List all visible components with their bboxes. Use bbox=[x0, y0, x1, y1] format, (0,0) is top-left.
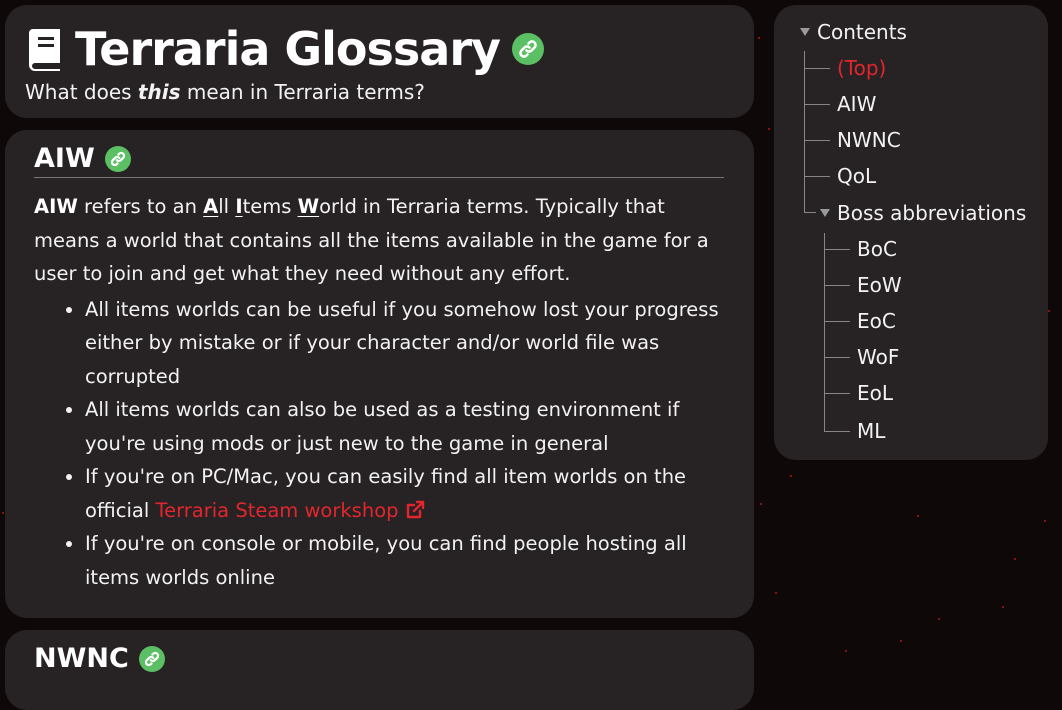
page-title: Terraria Glossary bbox=[75, 22, 501, 76]
toc-item-boss-abbreviations[interactable]: Boss abbreviations bbox=[820, 200, 1026, 226]
section-title: AIW bbox=[34, 143, 95, 174]
background-particle bbox=[790, 475, 792, 477]
link-icon[interactable] bbox=[104, 146, 131, 172]
background-particle bbox=[760, 503, 762, 505]
tree-line bbox=[804, 176, 830, 177]
link-icon[interactable] bbox=[512, 33, 544, 65]
tree-line bbox=[824, 285, 850, 286]
page-subtitle: What does this mean in Terraria terms? bbox=[25, 80, 425, 104]
tree-line bbox=[804, 140, 830, 141]
tree-line bbox=[824, 321, 850, 322]
toc-item-eol[interactable]: EoL bbox=[857, 380, 893, 406]
tree-line bbox=[824, 249, 850, 250]
external-link-icon bbox=[406, 500, 424, 518]
list-item: All items worlds can be useful if you so… bbox=[85, 293, 724, 394]
tree-line bbox=[804, 212, 816, 213]
section-divider bbox=[34, 177, 724, 178]
toc-item-top[interactable]: (Top) bbox=[837, 55, 886, 81]
toc-item-eoc[interactable]: EoC bbox=[857, 308, 896, 334]
section-aiw: AIW AIW refers to an All Items World in … bbox=[5, 130, 754, 618]
background-particle bbox=[2, 512, 4, 514]
toc-item-aiw[interactable]: AIW bbox=[837, 91, 876, 117]
background-particle bbox=[900, 640, 902, 642]
background-particle bbox=[1048, 310, 1050, 312]
background-particle bbox=[938, 618, 940, 620]
tree-line bbox=[804, 68, 830, 69]
background-particle bbox=[775, 592, 777, 594]
background-particle bbox=[1044, 520, 1046, 522]
list-item: All items worlds can also be used as a t… bbox=[85, 393, 724, 460]
table-of-contents: Contents (Top) AIW NWNC QoL Boss abbrevi… bbox=[774, 5, 1048, 460]
tree-line bbox=[824, 393, 850, 394]
background-particle bbox=[917, 515, 919, 517]
background-particle bbox=[1014, 558, 1016, 560]
toc-item-wof[interactable]: WoF bbox=[857, 344, 899, 370]
section-body: AIW refers to an All Items World in Terr… bbox=[34, 190, 724, 594]
background-particle bbox=[1002, 606, 1004, 608]
tree-line bbox=[804, 104, 830, 105]
tree-line bbox=[824, 233, 825, 432]
caret-down-icon bbox=[820, 209, 830, 217]
list-item: If you're on console or mobile, you can … bbox=[85, 527, 724, 594]
intro-paragraph: AIW refers to an All Items World in Terr… bbox=[34, 195, 709, 285]
toc-item-qol[interactable]: QoL bbox=[837, 163, 876, 189]
toc-item-nwnc[interactable]: NWNC bbox=[837, 127, 901, 153]
toc-item-eow[interactable]: EoW bbox=[857, 272, 902, 298]
caret-down-icon bbox=[800, 28, 810, 36]
tree-line bbox=[804, 51, 805, 213]
steam-workshop-link[interactable]: Terraria Steam workshop bbox=[156, 499, 425, 522]
background-particle bbox=[845, 650, 847, 652]
background-particle bbox=[758, 37, 760, 39]
toc-item-boc[interactable]: BoC bbox=[857, 236, 897, 262]
book-icon bbox=[29, 29, 60, 71]
bullet-list: All items worlds can be useful if you so… bbox=[34, 293, 724, 595]
tree-line bbox=[824, 431, 850, 432]
toc-heading[interactable]: Contents bbox=[800, 19, 907, 45]
list-item: If you're on PC/Mac, you can easily find… bbox=[85, 460, 724, 527]
toc-item-ml[interactable]: ML bbox=[857, 418, 885, 444]
section-title: NWNC bbox=[34, 643, 129, 674]
link-icon[interactable] bbox=[138, 646, 165, 672]
tree-line bbox=[824, 357, 850, 358]
page-header: Terraria Glossary What does this mean in… bbox=[5, 5, 754, 118]
section-nwnc: NWNC bbox=[5, 630, 754, 710]
background-particle bbox=[768, 128, 770, 130]
